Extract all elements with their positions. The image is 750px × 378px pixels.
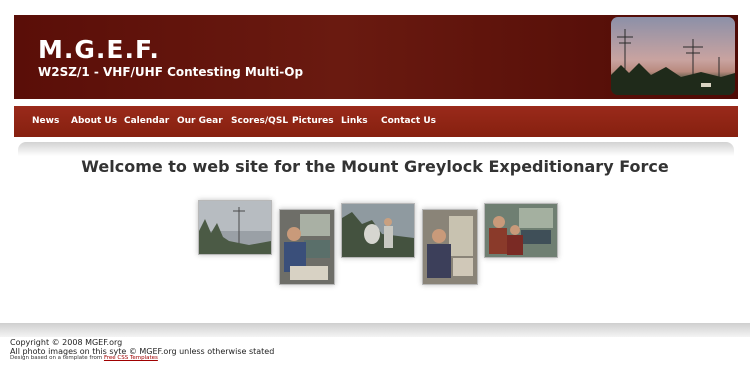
- main-nav: News About Us Calendar Our Gear Scores/Q…: [14, 106, 738, 137]
- gallery-photo-operators-station[interactable]: [484, 203, 558, 258]
- nav-item-calendar[interactable]: Calendar: [124, 106, 169, 137]
- site-header: M.G.E.F. W2SZ/1 - VHF/UHF Contesting Mul…: [14, 15, 738, 99]
- footer-copyright: Copyright © 2008 MGEF.org: [10, 338, 123, 347]
- content-top-shadow: [18, 142, 734, 156]
- footer-design-credit: Design based on a template from Free CSS…: [10, 355, 158, 361]
- gallery-photo-operator-console[interactable]: [422, 209, 478, 285]
- nav-item-our-gear[interactable]: Our Gear: [177, 106, 223, 137]
- footer-design-credit-prefix: Design based on a template from: [10, 355, 103, 361]
- nav-item-pictures[interactable]: Pictures: [292, 106, 334, 137]
- nav-item-scores-qsl[interactable]: Scores/QSL: [231, 106, 288, 137]
- free-css-templates-link[interactable]: Free CSS Templates: [104, 355, 158, 361]
- nav-item-links[interactable]: Links: [341, 106, 368, 137]
- site-title: M.G.E.F.: [38, 35, 160, 64]
- nav-item-news[interactable]: News: [32, 106, 59, 137]
- nav-item-contact-us[interactable]: Contact Us: [381, 106, 436, 137]
- nav-item-about-us[interactable]: About Us: [71, 106, 117, 137]
- gallery-photo-dish-antenna[interactable]: [341, 203, 415, 258]
- footer-divider: [0, 323, 750, 337]
- header-antenna-photo: [611, 17, 735, 95]
- gallery-photo-operator-radio[interactable]: [279, 209, 335, 285]
- site-subtitle: W2SZ/1 - VHF/UHF Contesting Multi-Op: [38, 65, 304, 79]
- welcome-heading: Welcome to web site for the Mount Greylo…: [81, 157, 669, 176]
- gallery-photo-tower-fog[interactable]: [198, 200, 272, 255]
